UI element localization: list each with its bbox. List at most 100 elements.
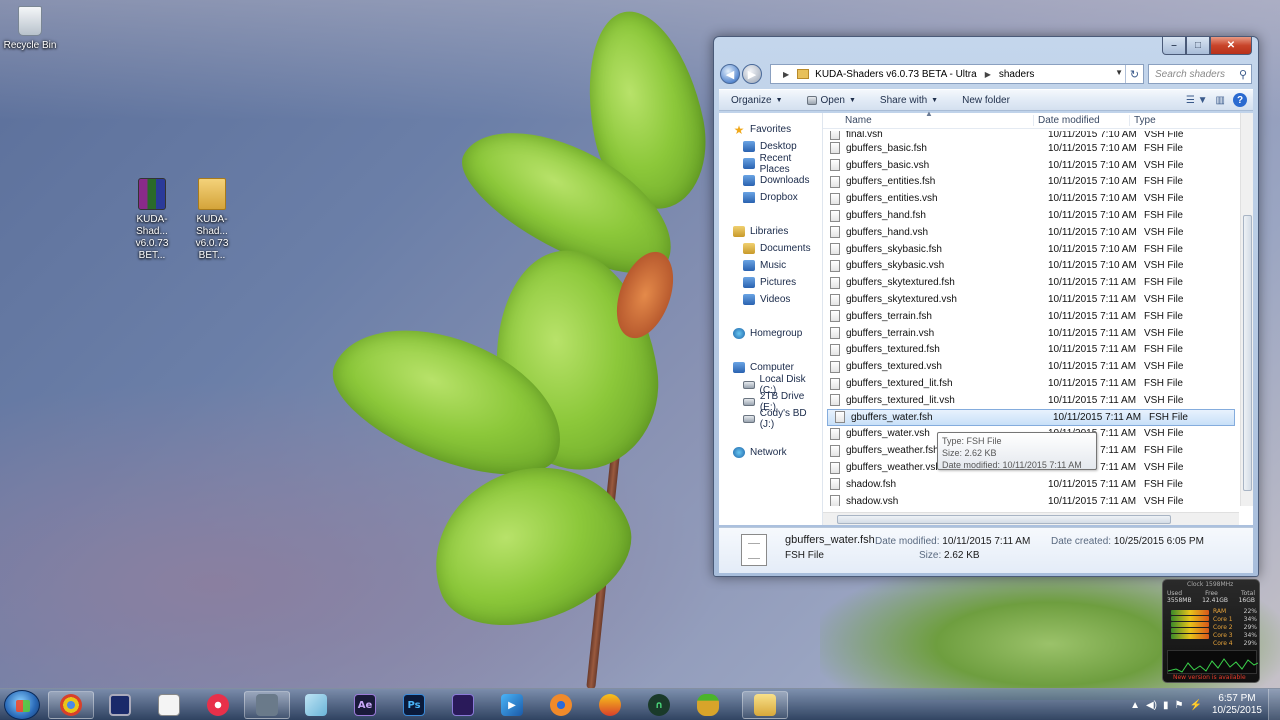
column-header-type[interactable]: Type — [1129, 115, 1219, 126]
column-header-date[interactable]: Date modified — [1033, 115, 1129, 126]
nav-videos[interactable]: Videos — [719, 291, 822, 308]
search-icon[interactable]: ⚲ — [1239, 68, 1247, 81]
file-row[interactable]: final.vsh 10/11/2015 7:10 AM VSH File — [823, 131, 1239, 140]
desktop-icon-rar-archive[interactable]: KUDA-Shad... v6.0.73 BET... — [122, 178, 182, 262]
help-icon[interactable]: ? — [1233, 93, 1247, 107]
taskbar-after-effects[interactable]: Ae — [342, 691, 388, 719]
file-row[interactable]: gbuffers_textured_lit.vsh 10/11/2015 7:11… — [823, 392, 1239, 409]
nav-network[interactable]: Network — [719, 444, 822, 461]
taskbar-headphones[interactable]: ∩ — [636, 691, 682, 719]
explorer-window[interactable]: – □ ✕ ◀ ▶ ▶ KUDA-Shaders v6.0.73 BETA - … — [713, 36, 1259, 577]
taskbar-chrome[interactable] — [48, 691, 94, 719]
file-row[interactable]: shadow.fsh 10/11/2015 7:11 AM FSH File — [823, 476, 1239, 493]
show-desktop-button[interactable] — [1268, 689, 1280, 720]
nav-libraries[interactable]: Libraries — [719, 223, 822, 240]
play-icon: ▶ — [501, 694, 523, 716]
desktop-icon-label: KUDA-Shad... v6.0.73 BET... — [195, 214, 229, 261]
taskbar-notepad[interactable] — [146, 691, 192, 719]
file-row[interactable]: gbuffers_skybasic.vsh 10/11/2015 7:10 AM V… — [823, 258, 1239, 275]
minimize-button[interactable]: – — [1162, 37, 1186, 55]
organize-button[interactable]: Organize ▼ — [719, 95, 795, 106]
breadcrumb-item[interactable]: KUDA-Shaders v6.0.73 BETA - Ultra — [815, 69, 977, 80]
scrollbar-thumb[interactable] — [837, 515, 1171, 524]
desktop-icon-recycle-bin[interactable]: Recycle Bin — [0, 6, 60, 52]
gadget-clock: Clock 1598MHz — [1187, 581, 1234, 588]
file-row[interactable]: gbuffers_hand.fsh 10/11/2015 7:10 AM FSH F… — [823, 207, 1239, 224]
share-with-label: Share with — [879, 94, 928, 106]
nav-label: Cody's BD (J:) — [759, 407, 807, 430]
nav-favorites[interactable]: ★ Favorites — [719, 121, 822, 138]
breadcrumb-chevron-icon: ▶ — [783, 69, 790, 79]
preview-pane-icon[interactable]: ▥ — [1216, 95, 1225, 106]
breadcrumb-item[interactable]: shaders — [999, 69, 1035, 80]
file-row[interactable]: gbuffers_textured.fsh 10/11/2015 7:11 AM F… — [823, 342, 1239, 359]
taskbar-premiere[interactable] — [440, 691, 486, 719]
nav-pictures[interactable]: Pictures — [719, 274, 822, 291]
file-row[interactable]: gbuffers_skybasic.fsh 10/11/2015 7:10 AM F… — [823, 241, 1239, 258]
maximize-button[interactable]: □ — [1186, 37, 1210, 55]
show-hidden-icons-icon[interactable]: ▲ — [1130, 700, 1140, 711]
view-options-icon[interactable]: ☰ ▼ — [1186, 95, 1208, 106]
cpu-meter-gadget[interactable]: Clock 1598MHz Used Free Total 3558MB 12.… — [1162, 579, 1260, 683]
file-row[interactable]: gbuffers_terrain.vsh 10/11/2015 7:11 AM VS… — [823, 325, 1239, 342]
file-row[interactable]: gbuffers_skytextured.fsh 10/11/2015 7:11 … — [823, 274, 1239, 291]
chevron-down-icon[interactable]: ▼ — [1115, 68, 1123, 77]
taskbar-photoshop[interactable]: Ps — [391, 691, 437, 719]
address-bar[interactable]: ▶ KUDA-Shaders v6.0.73 BETA - Ultra ▶ sh… — [770, 64, 1144, 84]
file-row-selected[interactable]: gbuffers_water.fsh 10/11/2015 7:11 AM FSH … — [827, 408, 1235, 426]
start-button[interactable] — [4, 690, 40, 720]
file-row[interactable]: gbuffers_hand.vsh 10/11/2015 7:10 AM VSH F… — [823, 224, 1239, 241]
flag-icon[interactable]: ⚑ — [1175, 700, 1184, 711]
search-input[interactable]: Search shaders ⚲ — [1148, 64, 1252, 84]
taskbar-pineapple[interactable] — [685, 691, 731, 719]
desktop-icon-folder[interactable]: KUDA-Shad... v6.0.73 BET... — [182, 178, 242, 262]
nav-music[interactable]: Music — [719, 257, 822, 274]
nav-bd-drive[interactable]: Cody's BD (J:) — [719, 407, 822, 430]
monitor-icon — [109, 694, 131, 716]
taskbar-itunes[interactable] — [195, 691, 241, 719]
file-row[interactable]: shadow.vsh 10/11/2015 7:11 AM VSH File — [823, 493, 1239, 506]
horizontal-scrollbar[interactable] — [823, 512, 1239, 525]
vertical-scrollbar[interactable] — [1240, 113, 1253, 506]
nav-downloads[interactable]: Downloads — [719, 172, 822, 189]
refresh-icon[interactable]: ↻ — [1125, 65, 1143, 83]
power-icon[interactable]: ⚡ — [1189, 700, 1201, 711]
nav-recent-places[interactable]: Recent Places — [719, 153, 822, 175]
taskbar-explorer-tool[interactable] — [244, 691, 290, 719]
file-row[interactable]: gbuffers_entities.vsh 10/11/2015 7:10 AM V… — [823, 190, 1239, 207]
new-folder-button[interactable]: New folder — [950, 95, 1022, 106]
network-icon[interactable]: ▮ — [1163, 700, 1169, 711]
taskbar-monitor[interactable] — [97, 691, 143, 719]
file-icon — [830, 310, 840, 323]
taskbar-audio[interactable] — [587, 691, 633, 719]
file-row[interactable]: gbuffers_basic.fsh 10/11/2015 7:10 AM FSH … — [823, 140, 1239, 157]
nav-homegroup[interactable]: Homegroup — [719, 325, 822, 342]
forward-button[interactable]: ▶ — [742, 64, 762, 84]
row-label: Core 1 — [1213, 616, 1233, 623]
open-button[interactable]: Open ▼ — [795, 95, 868, 106]
file-row[interactable]: gbuffers_textured_lit.fsh 10/11/2015 7:11… — [823, 375, 1239, 392]
file-row[interactable]: gbuffers_entities.fsh 10/11/2015 7:10 AM F… — [823, 174, 1239, 191]
nav-dropbox[interactable]: Dropbox — [719, 189, 822, 206]
share-with-button[interactable]: Share with ▼ — [868, 95, 950, 106]
gadget-update-warning[interactable]: New version is available — [1173, 674, 1246, 681]
speaker-icon[interactable]: ◀) — [1146, 700, 1157, 711]
file-row[interactable]: gbuffers_basic.vsh 10/11/2015 7:10 AM VSH … — [823, 157, 1239, 174]
file-name: gbuffers_textured_lit.fsh — [846, 378, 953, 390]
file-type: VSH File — [1144, 462, 1184, 474]
scrollbar-thumb[interactable] — [1243, 215, 1252, 491]
taskbar-blender[interactable] — [538, 691, 584, 719]
taskbar-media-player[interactable]: ▶ — [489, 691, 535, 719]
file-date: 10/11/2015 7:11 AM — [1048, 310, 1137, 322]
file-row[interactable]: gbuffers_terrain.fsh 10/11/2015 7:11 AM FS… — [823, 308, 1239, 325]
nav-documents[interactable]: Documents — [719, 240, 822, 257]
taskbar-app[interactable] — [293, 691, 339, 719]
file-row[interactable]: gbuffers_skytextured.vsh 10/11/2015 7:11 … — [823, 291, 1239, 308]
close-button[interactable]: ✕ — [1210, 37, 1252, 55]
nav-label: Desktop — [760, 141, 797, 152]
taskbar-windows-explorer[interactable] — [742, 691, 788, 719]
gadget-header: Total — [1240, 590, 1255, 597]
taskbar-clock[interactable]: 6:57 PM 10/25/2015 — [1212, 693, 1262, 717]
back-button[interactable]: ◀ — [720, 64, 740, 84]
file-row[interactable]: gbuffers_textured.vsh 10/11/2015 7:11 AM V… — [823, 358, 1239, 375]
